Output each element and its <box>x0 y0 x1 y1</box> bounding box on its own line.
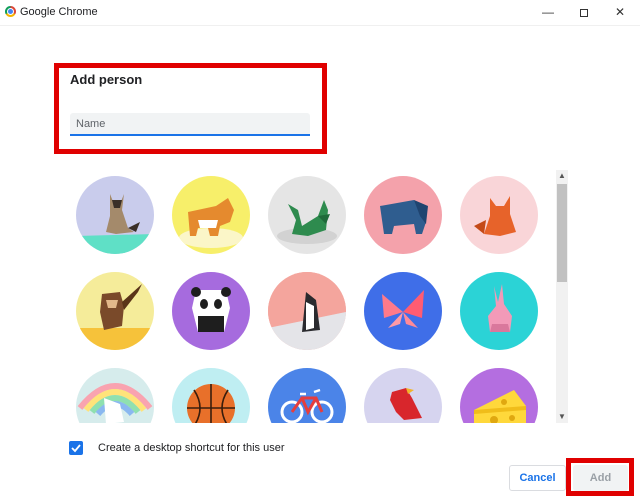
bicycle-icon <box>268 368 346 423</box>
cheese-icon <box>460 368 538 423</box>
avatar-butterfly[interactable] <box>364 272 442 350</box>
chrome-logo-icon <box>5 6 16 17</box>
cancel-button[interactable]: Cancel <box>509 465 566 491</box>
minimize-button[interactable]: — <box>530 2 566 22</box>
scroll-up-icon[interactable]: ▲ <box>556 170 568 182</box>
origami-elephant-icon <box>364 176 442 254</box>
avatar-grid <box>70 170 550 423</box>
avatar-cat[interactable] <box>76 176 154 254</box>
origami-unicorn-icon <box>76 368 154 423</box>
desktop-shortcut-label: Create a desktop shortcut for this user <box>98 442 285 454</box>
window-title: Google Chrome <box>20 6 98 18</box>
origami-rabbit-icon <box>460 272 538 350</box>
avatar-fox[interactable] <box>460 176 538 254</box>
desktop-shortcut-checkbox[interactable] <box>69 441 83 455</box>
origami-butterfly-icon <box>364 272 442 350</box>
scroll-thumb[interactable] <box>557 184 567 282</box>
origami-penguin-icon <box>268 272 346 350</box>
origami-monkey-icon <box>76 272 154 350</box>
highlight-frame-name <box>54 63 327 154</box>
avatar-monkey[interactable] <box>76 272 154 350</box>
avatar-dragon[interactable] <box>268 176 346 254</box>
avatar-unicorn[interactable] <box>76 368 154 423</box>
title-bar: Google Chrome — ✕ <box>0 0 640 26</box>
avatar-cheese[interactable] <box>460 368 538 423</box>
origami-panda-icon <box>172 272 250 350</box>
avatar-elephant[interactable] <box>364 176 442 254</box>
avatar-rabbit[interactable] <box>460 272 538 350</box>
avatar-penguin[interactable] <box>268 272 346 350</box>
avatar-corgi[interactable] <box>172 176 250 254</box>
avatar-basketball[interactable] <box>172 368 250 423</box>
origami-corgi-icon <box>172 176 250 254</box>
avatar-panda[interactable] <box>172 272 250 350</box>
scroll-down-icon[interactable]: ▼ <box>556 411 568 423</box>
maximize-icon <box>580 8 588 17</box>
avatar-bicycle[interactable] <box>268 368 346 423</box>
add-button[interactable]: Add <box>573 465 628 491</box>
basketball-icon <box>172 368 250 423</box>
origami-cat-icon <box>76 176 154 254</box>
close-button[interactable]: ✕ <box>602 2 638 22</box>
origami-fox-icon <box>460 176 538 254</box>
bird-icon <box>364 368 442 423</box>
avatar-bird[interactable] <box>364 368 442 423</box>
avatar-scrollbar[interactable]: ▲ ▼ <box>556 170 568 423</box>
checkmark-icon <box>71 444 81 453</box>
origami-dragon-icon <box>268 176 346 254</box>
maximize-button[interactable] <box>566 2 602 22</box>
